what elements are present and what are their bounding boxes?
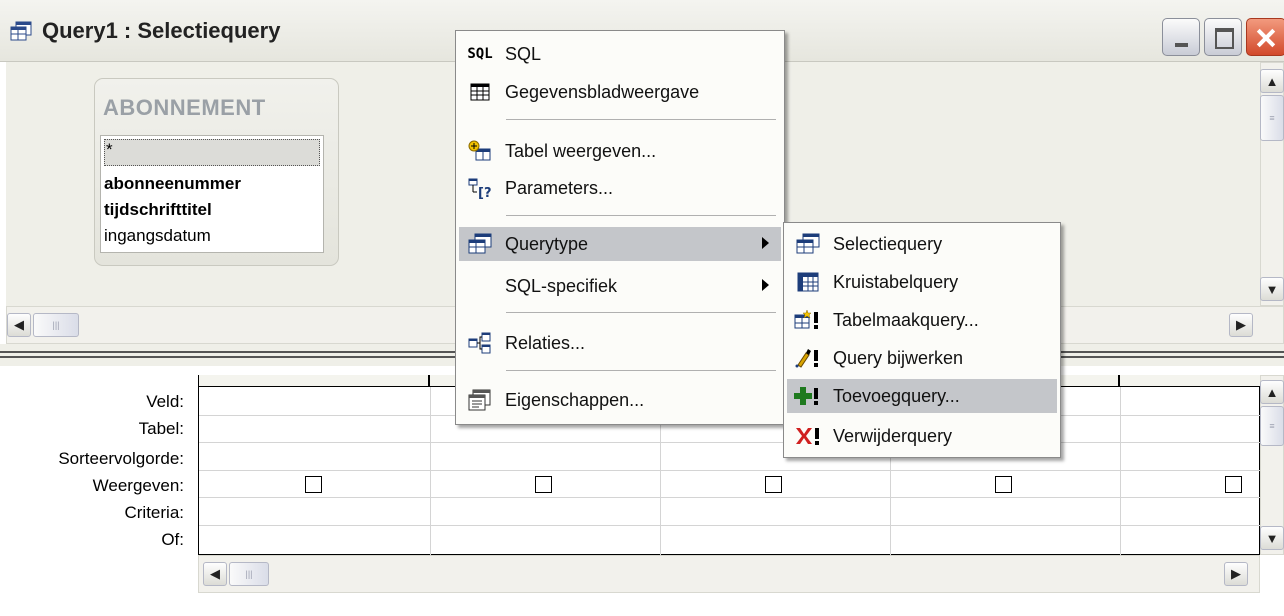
upper-vertical-scrollbar[interactable]: ▲ ≡ ▼ [1260,62,1284,306]
query-type-submenu[interactable]: Selectiequery Kruistabelquery Tabelmaakq… [783,222,1061,458]
append-query-icon [793,384,823,408]
menu-item-label: SQL [505,43,542,64]
show-checkbox[interactable] [765,476,782,493]
submenu-item-append-query[interactable]: Toevoegquery... [787,379,1057,413]
field-abonneenummer[interactable]: abonneenummer [104,174,241,194]
field-all[interactable]: * [104,139,320,166]
close-button[interactable] [1246,18,1284,56]
grid-line [430,387,431,555]
sql-icon: SQL [467,46,493,62]
menu-separator [506,215,776,216]
crosstab-query-icon [793,270,823,294]
delete-query-icon [793,424,823,448]
submenu-item-delete-query[interactable]: Verwijderquery [787,419,1057,453]
row-label-tabel: Tabel: [138,419,184,438]
field-list[interactable]: * abonneenummer tijdschrifttitel ingangs… [100,135,324,253]
scroll-thumb[interactable]: ≡ [1260,95,1284,141]
show-checkbox[interactable] [305,476,322,493]
menu-item-query-type[interactable]: Querytype [459,227,781,261]
select-query-icon [793,232,823,256]
menu-item-parameters[interactable]: [?] Parameters... [459,171,781,205]
menu-item-relationships[interactable]: Relaties... [459,326,781,360]
scroll-down-button[interactable]: ▼ [1260,277,1284,301]
menu-item-label: Toevoegquery... [833,385,960,406]
menu-item-label: SQL-specifiek [505,275,618,296]
show-checkbox[interactable] [1225,476,1242,493]
scroll-thumb[interactable]: ||| [33,313,79,337]
query-type-icon [465,232,495,256]
update-query-icon [793,346,823,370]
show-table-icon [465,139,495,163]
menu-item-label: Tabel weergeven... [505,140,657,161]
grid-vertical-scrollbar[interactable]: ▲ ≡ ▼ [1260,375,1284,555]
submenu-item-select-query[interactable]: Selectiequery [787,227,1057,261]
submenu-arrow-icon [762,279,769,291]
show-checkbox[interactable] [995,476,1012,493]
menu-item-label: Verwijderquery [833,425,953,446]
scroll-thumb[interactable]: ||| [229,562,269,586]
scroll-right-button[interactable]: ▶ [1229,313,1253,337]
svg-text:[?]: [?] [478,186,492,199]
menu-item-label: Eigenschappen... [505,389,645,410]
scroll-up-button[interactable]: ▲ [1260,380,1284,404]
grid-line [1120,387,1121,555]
field-tijdschrifttitel[interactable]: tijdschrifttitel [104,200,212,220]
row-label-sorteervolgorde: Sorteervolgorde: [58,449,184,468]
grid-line [199,470,1261,471]
column-selector[interactable] [1120,375,1261,387]
menu-separator [506,370,776,371]
menu-item-properties[interactable]: Eigenschappen... [459,383,781,417]
menu-separator [506,312,776,313]
relationships-icon [465,331,495,355]
menu-item-label: Parameters... [505,177,614,198]
maximize-button[interactable] [1204,18,1242,56]
submenu-item-make-table-query[interactable]: Tabelmaakquery... [787,303,1057,337]
menu-item-label: Selectiequery [833,233,943,254]
scroll-left-button[interactable]: ◀ [203,562,227,586]
menu-item-show-table[interactable]: Tabel weergeven... [459,134,781,168]
row-label-weergeven: Weergeven: [92,476,184,495]
grid-horizontal-scrollbar[interactable]: ◀ ||| ▶ [198,555,1260,593]
datasheet-icon [465,80,495,104]
grid-line [199,497,1261,498]
scroll-up-button[interactable]: ▲ [1260,69,1284,93]
menu-item-label: Relaties... [505,332,586,353]
row-label-of: Of: [161,530,184,549]
menu-separator [506,119,776,120]
table-field-list-abonnement[interactable]: ABONNEMENT * abonneenummer tijdschriftti… [94,78,339,266]
scroll-thumb[interactable]: ≡ [1260,406,1284,446]
scroll-left-button[interactable]: ◀ [7,313,31,337]
menu-item-label: Gegevensbladweergave [505,81,700,102]
window-title: Query1 : Selectiequery [42,18,281,43]
menu-item-label: Querytype [505,233,589,254]
properties-icon [465,388,495,412]
show-checkbox[interactable] [535,476,552,493]
submenu-item-update-query[interactable]: Query bijwerken [787,341,1057,375]
grid-line [199,442,1261,443]
scroll-right-button[interactable]: ▶ [1224,562,1248,586]
minimize-button[interactable] [1162,18,1200,56]
make-table-query-icon [793,308,823,332]
column-selector[interactable] [199,375,430,387]
field-ingangsdatum[interactable]: ingangsdatum [104,226,211,246]
context-menu[interactable]: SQL SQL Gegevensbladweergave Tabel weerg… [455,30,785,425]
grid-line [199,525,1261,526]
menu-item-sql[interactable]: SQL SQL [459,37,781,71]
menu-item-label: Tabelmaakquery... [833,309,979,330]
query-window-icon [10,21,32,41]
table-title: ABONNEMENT [103,95,266,120]
parameters-icon: [?] [465,176,495,200]
submenu-arrow-icon [762,237,769,249]
menu-item-label: Kruistabelquery [833,271,959,292]
menu-item-label: Query bijwerken [833,347,964,368]
submenu-item-crosstab-query[interactable]: Kruistabelquery [787,265,1057,299]
row-label-veld: Veld: [146,392,184,411]
menu-item-sql-specific[interactable]: SQL-specifiek [459,269,781,303]
row-label-criteria: Criteria: [124,503,184,522]
menu-item-datasheet-view[interactable]: Gegevensbladweergave [459,75,781,109]
scroll-down-button[interactable]: ▼ [1260,526,1284,550]
